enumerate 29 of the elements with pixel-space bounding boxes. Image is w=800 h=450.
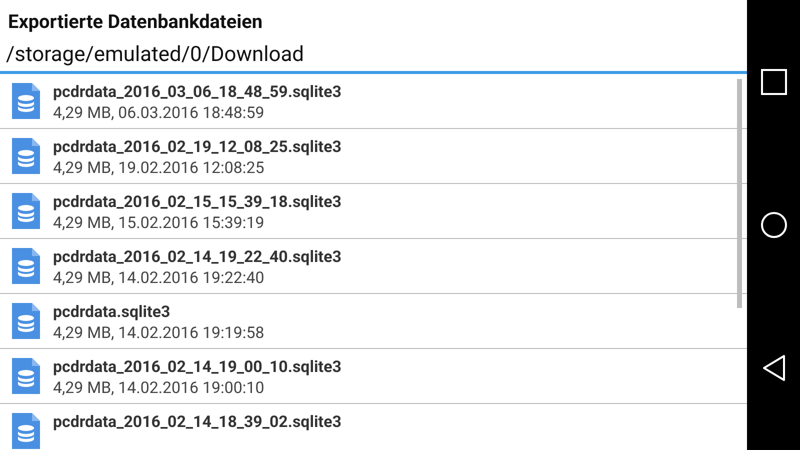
file-row[interactable]: pcdrdata_2016_02_14_19_00_10.sqlite3 4,29 MB, 14.02.2016 19:00:10 bbox=[0, 349, 747, 404]
database-file-icon bbox=[10, 191, 42, 231]
path-field[interactable]: /storage/emulated/0/Download bbox=[0, 43, 747, 74]
file-details: 4,29 MB, 06.03.2016 18:48:59 bbox=[53, 102, 266, 123]
file-details: 4,29 MB, 15.02.2016 15:39:19 bbox=[53, 212, 266, 233]
recents-icon[interactable] bbox=[760, 68, 788, 96]
file-row[interactable]: pcdrdata_2016_02_14_18_39_02.sqlite3 bbox=[0, 404, 747, 450]
file-row[interactable]: pcdrdata.sqlite3 4,29 MB, 14.02.2016 19:19:58 bbox=[0, 294, 747, 349]
file-details: 4,29 MB, 19.02.2016 12:08:25 bbox=[53, 157, 266, 178]
file-name: pcdrdata.sqlite3 bbox=[53, 301, 172, 322]
file-details: 4,29 MB, 14.02.2016 19:00:10 bbox=[53, 377, 266, 398]
database-file-icon bbox=[10, 301, 42, 341]
back-icon[interactable] bbox=[762, 354, 786, 382]
file-name: pcdrdata_2016_02_14_18_39_02.sqlite3 bbox=[53, 411, 342, 432]
home-icon[interactable] bbox=[760, 210, 788, 239]
scrollbar[interactable] bbox=[737, 79, 742, 308]
database-file-icon bbox=[10, 246, 42, 286]
file-details: 4,29 MB, 14.02.2016 19:19:58 bbox=[53, 322, 264, 343]
database-file-icon bbox=[10, 356, 42, 396]
file-name: pcdrdata_2016_02_14_19_00_10.sqlite3 bbox=[53, 356, 342, 377]
file-name: pcdrdata_2016_02_19_12_08_25.sqlite3 bbox=[53, 136, 342, 157]
database-file-icon bbox=[10, 81, 42, 121]
file-details: 4,29 MB, 14.02.2016 19:22:40 bbox=[53, 267, 266, 288]
database-file-icon bbox=[10, 136, 42, 176]
file-name: pcdrdata_2016_03_06_18_48_59.sqlite3 bbox=[53, 81, 342, 102]
dialog-title: Exportierte Datenbankdateien bbox=[7, 9, 264, 33]
file-name: pcdrdata_2016_02_14_19_22_40.sqlite3 bbox=[53, 246, 342, 267]
database-file-icon bbox=[10, 411, 42, 450]
file-name: pcdrdata_2016_02_15_15_39_18.sqlite3 bbox=[53, 191, 342, 212]
